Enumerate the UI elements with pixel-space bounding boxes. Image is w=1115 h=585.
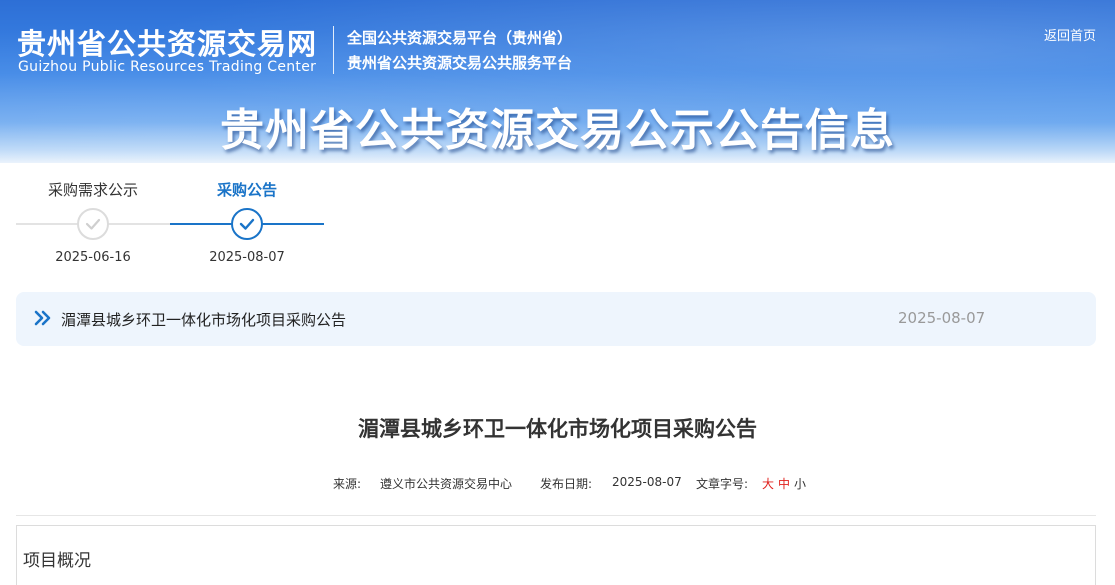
banner-title: 贵州省公共资源交易公示公告信息 [220, 105, 895, 156]
step-label: 采购公告 [216, 181, 277, 199]
platform-name-national: 全国公共资源交易平台（贵州省） [347, 29, 573, 47]
step-procurement-announcement[interactable]: 采购公告 2025-08-07 [170, 170, 324, 270]
notice-date: 2025-08-07 [898, 309, 986, 327]
step-date: 2025-06-16 [55, 250, 131, 265]
publish-date-value: 2025-08-07 [612, 475, 682, 489]
font-size-large-button[interactable]: 大 [762, 475, 774, 492]
site-logo-chinese[interactable]: 贵州省公共资源交易网 [17, 21, 317, 63]
project-overview-section: 项目概况 [16, 525, 1096, 585]
step-label: 采购需求公示 [47, 181, 138, 199]
notice-title[interactable]: 湄潭县城乡环卫一体化市场化项目采购公告 [61, 309, 346, 330]
logo-divider [333, 26, 334, 74]
publish-date-label: 发布日期: [540, 477, 593, 491]
step-date: 2025-08-07 [209, 250, 285, 265]
double-chevron-right-icon [34, 310, 52, 330]
notice-bar[interactable]: 湄潭县城乡环卫一体化市场化项目采购公告 2025-08-07 [16, 292, 1096, 346]
source-value: 遵义市公共资源交易中心 [380, 477, 513, 491]
process-steps: 采购需求公示 2025-06-16 采购公告 2025-08-07 [16, 170, 336, 280]
font-size-medium-button[interactable]: 中 [778, 475, 790, 492]
font-size-small-button[interactable]: 小 [794, 475, 806, 492]
check-circle-icon [77, 208, 109, 240]
section-title: 项目概况 [23, 551, 91, 571]
site-logo-english[interactable]: Guizhou Public Resources Trading Center [18, 59, 316, 75]
font-size-label: 文章字号: [696, 477, 749, 491]
content-divider [16, 515, 1096, 516]
header-banner: 贵州省公共资源交易网 Guizhou Public Resources Trad… [0, 0, 1115, 163]
source-label: 来源: [333, 477, 362, 491]
platform-name-provincial: 贵州省公共资源交易公共服务平台 [347, 54, 573, 72]
article-title: 湄潭县城乡环卫一体化市场化项目采购公告 [358, 417, 757, 441]
check-circle-icon [231, 208, 263, 240]
step-procurement-demand[interactable]: 采购需求公示 2025-06-16 [16, 170, 170, 270]
back-home-link[interactable]: 返回首页 [1044, 25, 1096, 44]
